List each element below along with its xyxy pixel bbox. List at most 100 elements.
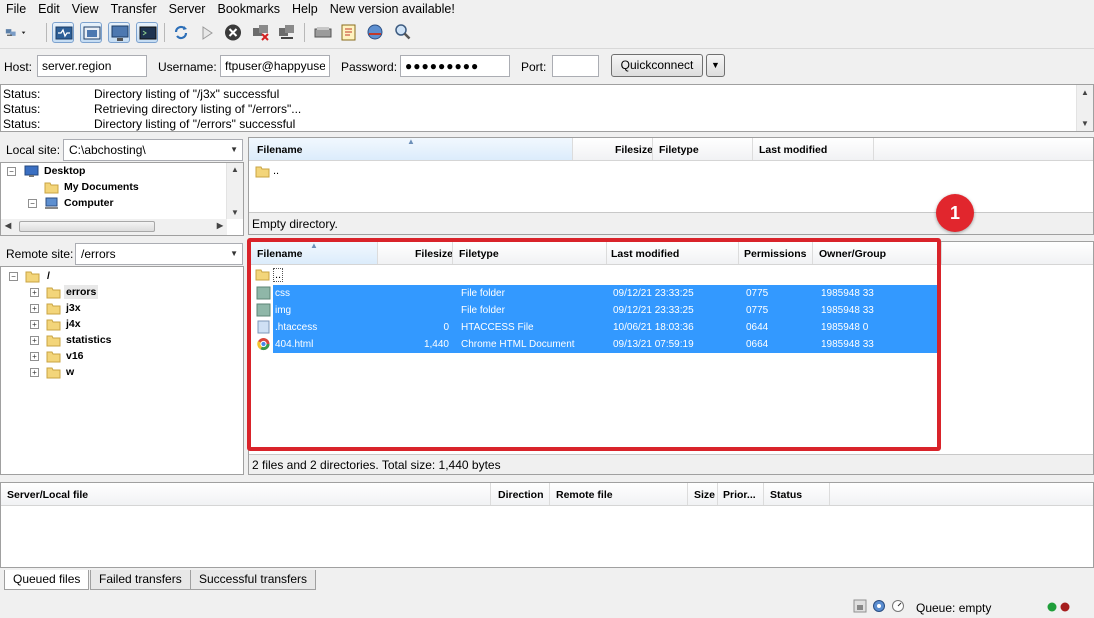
tree-item-label: Desktop — [44, 165, 86, 177]
process-queue-icon[interactable] — [196, 22, 218, 43]
sync-browsing-icon[interactable] — [364, 22, 386, 43]
column-filename[interactable]: Filename — [257, 144, 303, 156]
menu-transfer[interactable]: Transfer — [105, 0, 163, 16]
port-label: Port: — [521, 60, 547, 74]
remote-path-combo[interactable]: /errors ▼ — [75, 243, 243, 265]
host-input[interactable] — [37, 55, 147, 77]
folder-icon — [46, 335, 61, 347]
scroll-right-icon[interactable]: ▶ — [217, 221, 223, 230]
local-path-combo[interactable]: C:\abchosting\ ▼ — [63, 139, 243, 161]
tree-item-label: statistics — [66, 334, 112, 346]
tree-item-label: v16 — [66, 350, 84, 362]
transfer-queue: Server/Local file Direction Remote file … — [0, 482, 1094, 568]
local-tree-scrollbar[interactable]: ▲ ▼ — [226, 163, 243, 219]
column-size[interactable]: Size — [694, 489, 715, 501]
menu-bookmarks[interactable]: Bookmarks — [211, 0, 286, 16]
collapse-icon[interactable]: − — [9, 272, 18, 281]
quickconnect-bar: Host: Username: Password: Port: Quickcon… — [0, 48, 1094, 82]
parent-dir-label: .. — [273, 165, 280, 177]
quickconnect-button[interactable]: Quickconnect — [611, 54, 703, 77]
tree-item-label: / — [47, 270, 50, 282]
chevron-down-icon: ▼ — [230, 249, 238, 258]
menu-help[interactable]: Help — [286, 0, 324, 16]
expand-icon[interactable]: + — [30, 352, 39, 361]
disconnect-icon[interactable] — [250, 22, 272, 43]
log-message: Directory listing of "/errors" successfu… — [94, 117, 296, 131]
local-tree-toggle-icon[interactable] — [80, 22, 102, 43]
password-input[interactable] — [400, 55, 510, 77]
menu-bar: File Edit View Transfer Server Bookmarks Help N… — [0, 0, 1094, 19]
column-priority[interactable]: Prior... — [723, 489, 756, 501]
folder-icon — [255, 166, 270, 178]
message-log: Status: Directory listing of "/j3x" succe… — [0, 84, 1094, 132]
log-status-label: Status: — [3, 87, 41, 101]
menu-view[interactable]: View — [66, 0, 105, 16]
refresh-icon[interactable] — [170, 22, 192, 43]
queue-tabs: Queued files Failed transfers Successful… — [4, 570, 334, 592]
local-directory-tree: − Desktop My Documents − Computer ▲ ▼ ◀ ▶ — [0, 162, 244, 236]
column-server-local-file[interactable]: Server/Local file — [7, 489, 88, 501]
log-scrollbar[interactable]: ▲ ▼ — [1076, 85, 1093, 131]
annotation-badge: 1 — [936, 194, 974, 232]
expand-icon[interactable]: + — [30, 320, 39, 329]
local-tree-hscrollbar[interactable]: ◀ ▶ — [1, 219, 227, 235]
column-last-modified[interactable]: Last modified — [759, 144, 827, 156]
remote-path-value: /errors — [81, 247, 116, 261]
username-label: Username: — [158, 60, 217, 74]
scroll-thumb[interactable] — [19, 221, 155, 232]
tree-item-label: w — [66, 366, 75, 378]
folder-icon — [46, 367, 61, 379]
expand-icon[interactable]: + — [30, 368, 39, 377]
log-message: Directory listing of "/j3x" successful — [94, 87, 280, 101]
lock-icon — [853, 599, 867, 613]
host-label: Host: — [4, 60, 33, 74]
column-direction[interactable]: Direction — [498, 489, 544, 501]
remote-site-label: Remote site: — [6, 247, 74, 261]
cancel-icon[interactable] — [222, 22, 244, 43]
tree-item-label: j3x — [66, 302, 81, 314]
collapse-icon[interactable]: − — [7, 167, 16, 176]
activity-lights-icon — [1047, 602, 1070, 612]
tree-item-label: Computer — [64, 197, 114, 209]
port-input[interactable] — [552, 55, 599, 77]
menu-file[interactable]: File — [0, 0, 32, 16]
remote-tree-toggle-icon[interactable] — [108, 22, 130, 43]
expand-icon[interactable]: + — [30, 336, 39, 345]
remote-status-text: 2 files and 2 directories. Total size: 1… — [252, 458, 501, 472]
expand-icon[interactable]: + — [30, 304, 39, 313]
tab-successful-transfers[interactable]: Successful transfers — [190, 570, 317, 590]
search-icon[interactable] — [392, 22, 414, 43]
transfer-queue-toggle-icon[interactable] — [136, 22, 158, 43]
site-manager-icon[interactable] — [4, 22, 40, 43]
quickconnect-dropdown-button[interactable]: ▼ — [706, 54, 725, 77]
compare-icon[interactable] — [338, 22, 360, 43]
remote-directory-tree: − / + errors + j3x + j4x + statistics + … — [0, 266, 244, 475]
username-input[interactable] — [220, 55, 330, 77]
collapse-icon[interactable]: − — [28, 199, 37, 208]
sort-ascending-icon: ▲ — [407, 137, 415, 146]
directory-filter-icon[interactable] — [312, 22, 334, 43]
column-remote-file[interactable]: Remote file — [556, 489, 613, 501]
folder-icon — [46, 287, 61, 299]
tab-failed-transfers[interactable]: Failed transfers — [90, 570, 191, 590]
documents-folder-icon — [44, 182, 59, 194]
expand-icon[interactable]: + — [30, 288, 39, 297]
folder-icon — [25, 271, 40, 283]
column-status[interactable]: Status — [770, 489, 802, 501]
queue-header: Server/Local file Direction Remote file … — [1, 483, 1093, 506]
tab-queued-files[interactable]: Queued files — [4, 570, 90, 590]
chevron-down-icon: ▼ — [230, 145, 238, 154]
column-filetype[interactable]: Filetype — [659, 144, 699, 156]
local-site-label: Local site: — [6, 143, 61, 157]
menu-new-version[interactable]: New version available! — [324, 0, 461, 16]
menu-server[interactable]: Server — [163, 0, 212, 16]
tree-item-label: j4x — [66, 318, 81, 330]
scroll-left-icon[interactable]: ◀ — [5, 221, 11, 230]
local-site-bar: Local site: C:\abchosting\ ▼ — [0, 137, 244, 163]
password-label: Password: — [341, 60, 398, 74]
menu-edit[interactable]: Edit — [32, 0, 66, 16]
remote-status-bar: 2 files and 2 directories. Total size: 1… — [249, 454, 1093, 474]
message-log-toggle-icon[interactable] — [52, 22, 74, 43]
reconnect-icon[interactable] — [276, 22, 298, 43]
column-filesize[interactable]: Filesize — [615, 144, 653, 156]
